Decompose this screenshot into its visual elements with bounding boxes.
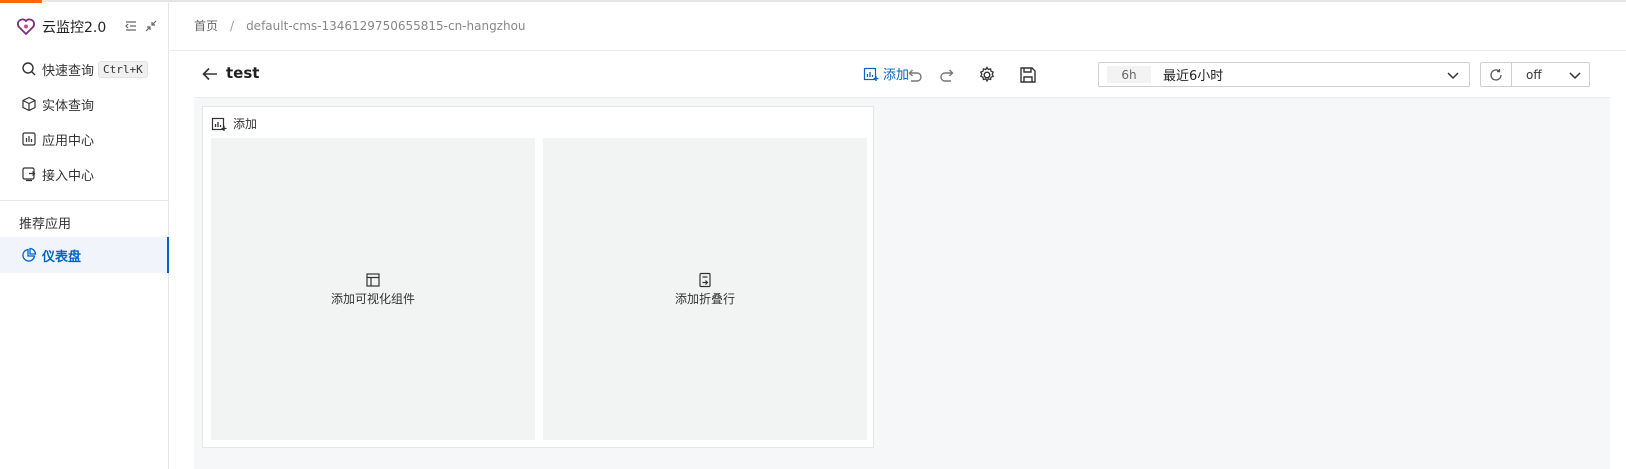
sidebar-item-app-center[interactable]: 应用中心 xyxy=(0,121,169,157)
back-arrow-icon[interactable] xyxy=(200,64,220,84)
add-chart-icon xyxy=(211,117,227,131)
settings-gear-icon[interactable] xyxy=(977,65,997,85)
refresh-icon xyxy=(1490,68,1502,81)
auto-refresh-control: off xyxy=(1480,62,1590,87)
collapse-row-icon xyxy=(697,272,713,288)
chevron-down-icon xyxy=(1567,67,1583,86)
refresh-interval-select[interactable]: off xyxy=(1512,63,1589,86)
add-chart-icon xyxy=(863,67,879,81)
undo-icon[interactable] xyxy=(904,65,924,85)
add-collapsible-row-option[interactable]: 添加折叠行 xyxy=(543,138,867,440)
app-chart-icon xyxy=(20,130,38,148)
search-icon xyxy=(20,60,38,78)
sidebar-item-quick-search[interactable]: 快速查询 Ctrl+K xyxy=(0,51,169,87)
breadcrumb: 首页 / default-cms-1346129750655815-cn-han… xyxy=(194,17,526,34)
redo-icon[interactable] xyxy=(938,65,958,85)
sidebar-item-label: 快速查询 xyxy=(42,63,95,79)
add-visualization-option[interactable]: 添加可视化组件 xyxy=(211,138,535,440)
brand[interactable]: 云监控2.0 xyxy=(16,15,106,39)
breadcrumb-current: default-cms-1346129750655815-cn-hangzhou xyxy=(246,18,526,33)
sidebar: 云监控2.0 快速查询 Ctrl+K 实体查询 应用中心 接入中心 推荐应用 仪… xyxy=(0,3,169,469)
cube-icon xyxy=(20,95,38,113)
brand-name: 云监控2.0 xyxy=(42,20,107,36)
breadcrumb-separator: / xyxy=(230,18,235,33)
brand-logo-icon xyxy=(17,18,35,36)
collapse-menu-icon[interactable] xyxy=(124,19,138,33)
sidebar-item-dashboard[interactable]: 仪表盘 xyxy=(0,237,169,273)
time-range-select[interactable]: 6h 最近6小时 xyxy=(1098,62,1470,87)
chevron-down-icon xyxy=(1445,67,1461,87)
sidebar-divider xyxy=(0,200,169,201)
add-button[interactable]: 添加 xyxy=(863,64,909,83)
add-panel-title: 添加 xyxy=(233,117,258,131)
refresh-interval-value: off xyxy=(1526,67,1542,82)
add-panel-card: 添加 添加可视化组件 添加折叠行 xyxy=(202,106,874,448)
dashboard-toolbar: test 添加 6h 最近6小时 off xyxy=(170,51,1626,97)
sidebar-item-access-center[interactable]: 接入中心 xyxy=(0,156,169,192)
layout-panel-icon xyxy=(365,272,381,288)
add-panel-header: 添加 xyxy=(211,115,257,132)
page-title: test xyxy=(226,64,260,82)
sidebar-item-label: 接入中心 xyxy=(42,168,95,184)
breadcrumb-home-link[interactable]: 首页 xyxy=(194,17,218,34)
section-label-recommended: 推荐应用 xyxy=(19,217,72,232)
top-border xyxy=(42,0,1626,2)
save-icon[interactable] xyxy=(1018,65,1038,85)
pie-chart-icon xyxy=(20,246,38,264)
sidebar-item-label: 应用中心 xyxy=(42,133,95,149)
sidebar-item-label: 实体查询 xyxy=(42,98,95,114)
refresh-button[interactable] xyxy=(1481,63,1512,86)
sidebar-item-entity-query[interactable]: 实体查询 xyxy=(0,86,169,122)
add-visualization-label: 添加可视化组件 xyxy=(330,291,415,306)
time-range-value: 最近6小时 xyxy=(1163,69,1224,84)
time-range-tag: 6h xyxy=(1107,66,1151,83)
shrink-icon[interactable] xyxy=(144,19,158,33)
access-plug-icon xyxy=(20,165,38,183)
dashboard-canvas: 添加 添加可视化组件 添加折叠行 xyxy=(194,97,1610,469)
sidebar-item-label: 仪表盘 xyxy=(42,249,82,265)
shortcut-badge: Ctrl+K xyxy=(98,60,148,78)
add-collapsible-row-label: 添加折叠行 xyxy=(674,291,735,306)
